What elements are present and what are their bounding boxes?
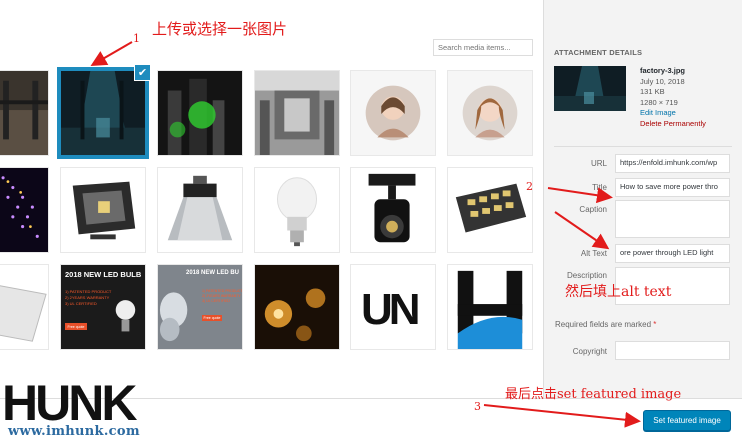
logo-url-text: www.imhunk.com — [8, 424, 140, 439]
media-thumb-machinery[interactable] — [254, 70, 340, 156]
details-divider — [554, 146, 732, 147]
media-thumb-avatar-woman-2[interactable] — [447, 70, 533, 156]
media-thumb-led-lights[interactable] — [0, 167, 49, 253]
ad-bullets-small: 1) PATENTED PRODUCT 2) 2YEARS WARRANTY 3… — [202, 289, 242, 304]
media-grid: ✔ 2018 NEW LED BULB 1) PATENTED PRODUCT … — [0, 0, 543, 398]
ad-line-3: 3) UL CERTIFIED — [65, 301, 97, 306]
caption-field[interactable] — [615, 200, 730, 238]
required-fields-note: Required fields are marked * — [555, 320, 656, 329]
media-thumb-h-logo[interactable] — [447, 264, 533, 350]
ad-line-3: 3) UL CERTIFIED — [202, 299, 230, 303]
copyright-label: Copyright — [572, 347, 607, 356]
alt-text-field[interactable]: ore power through LED light — [615, 244, 730, 263]
ad-heading: 2018 NEW LED BULB — [65, 270, 142, 279]
title-label: Title — [592, 183, 607, 192]
annotation-step-1: 上传或选择一张图片 — [152, 20, 288, 38]
selected-check-icon[interactable]: ✔ — [134, 64, 151, 81]
annotation-step-2: 然后填上alt text — [565, 284, 672, 300]
media-thumb-highbay-light[interactable] — [157, 167, 243, 253]
ad-heading-small: 2018 NEW LED BU — [186, 270, 240, 276]
attachment-details-panel — [543, 0, 742, 398]
media-thumb-panel-light[interactable] — [0, 264, 49, 350]
attachment-meta: factory-3.jpg July 10, 2018 131 KB 1280 … — [640, 66, 706, 129]
delete-permanently-link[interactable]: Delete Permanently — [640, 119, 706, 130]
caption-label: Caption — [579, 205, 607, 214]
media-thumb-factory-3[interactable] — [57, 67, 149, 159]
edit-image-link[interactable]: Edit Image — [640, 108, 706, 119]
required-note-text: Required fields are marked — [555, 320, 652, 329]
media-thumb-led-bulb-ad[interactable]: 2018 NEW LED BULB 1) PATENTED PRODUCT 2)… — [60, 264, 146, 350]
media-thumb-led-bulbs-ad[interactable]: 2018 NEW LED BU 1) PATENTED PRODUCT 2) 2… — [157, 264, 243, 350]
copyright-field[interactable] — [615, 341, 730, 360]
alt-text-label: Alt Text — [580, 249, 607, 258]
title-field[interactable]: How to save more power thro — [615, 178, 730, 197]
ad-quote-button: Free quote — [65, 323, 87, 330]
media-thumb-panel-floodlight[interactable] — [447, 167, 533, 253]
un-logo-text: UN — [361, 285, 421, 334]
ad-quote-button: Free quote — [202, 315, 222, 321]
media-thumb-track-light[interactable] — [350, 167, 436, 253]
attachment-date: July 10, 2018 — [640, 76, 685, 86]
required-star: * — [653, 320, 657, 329]
attachment-size: 131 KB — [640, 87, 665, 96]
annotation-number-2: 2 — [526, 180, 533, 193]
media-thumb-un-logo[interactable]: UN — [350, 264, 436, 350]
media-thumb-floodlight[interactable] — [60, 167, 146, 253]
media-thumb-avatar-woman-1[interactable] — [350, 70, 436, 156]
annotation-step-3: 最后点击set featured image — [505, 387, 682, 402]
description-label: Description — [566, 271, 607, 280]
media-thumb-edison-bulbs[interactable] — [254, 264, 340, 350]
url-label: URL — [590, 159, 607, 168]
annotation-number-3: 3 — [474, 400, 481, 413]
url-field[interactable]: https://enfold.imhunk.com/wp — [615, 154, 730, 173]
media-thumb-green-plant[interactable] — [157, 70, 243, 156]
search-media-input[interactable] — [433, 39, 533, 56]
attachment-details-heading: ATTACHMENT DETAILS — [554, 48, 643, 57]
ad-bullets: 1) PATENTED PRODUCT 2) 2YEARS WARRANTY 3… — [65, 289, 111, 307]
attachment-filename: factory-3.jpg — [640, 66, 686, 75]
annotation-number-1: 1 — [133, 32, 140, 45]
attachment-dimensions: 1280 × 719 — [640, 97, 678, 107]
set-featured-image-button[interactable]: Set featured image — [643, 410, 731, 431]
media-thumb-warehouse[interactable] — [0, 70, 49, 156]
attachment-preview — [554, 66, 626, 111]
media-thumb-led-bulb[interactable] — [254, 167, 340, 253]
